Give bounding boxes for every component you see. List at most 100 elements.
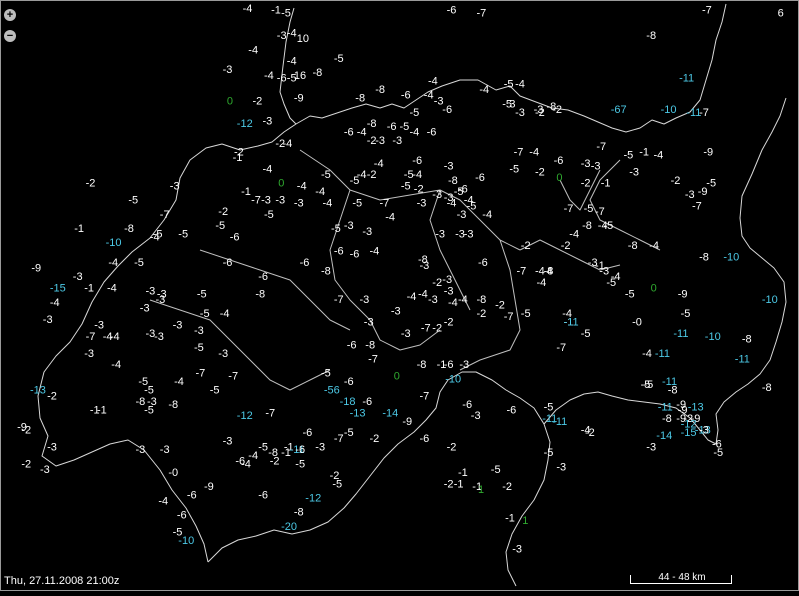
- station-value-179: -1: [84, 283, 94, 295]
- station-value-195: -7: [334, 294, 344, 306]
- station-value-152: -4: [370, 246, 380, 258]
- station-value-177: -5: [606, 277, 616, 289]
- station-value-327: -3: [556, 461, 566, 473]
- station-value-216: -0: [632, 317, 642, 329]
- station-value-125: -4: [385, 212, 395, 224]
- station-value-16: -6: [277, 73, 287, 85]
- station-value-223: -5: [581, 328, 591, 340]
- station-value-135: -3: [344, 220, 354, 232]
- station-value-181: 0: [651, 283, 657, 295]
- station-value-15: -4: [264, 70, 274, 82]
- station-value-221: -3: [401, 328, 411, 340]
- station-value-102: -3: [432, 189, 442, 201]
- station-value-113: -7: [380, 198, 390, 210]
- station-value-257: -8: [668, 385, 678, 397]
- station-value-180: -4: [107, 283, 117, 295]
- zoom-out-button[interactable]: −: [4, 30, 16, 42]
- station-value-121: -4: [464, 195, 474, 207]
- station-value-247: -5: [321, 368, 331, 380]
- station-value-241: -4: [111, 359, 121, 371]
- station-value-83: -6: [475, 172, 485, 184]
- station-value-310: -3: [136, 444, 146, 456]
- station-value-328: -2: [21, 458, 31, 470]
- station-value-330: -0: [168, 467, 178, 479]
- station-value-106: -5: [128, 195, 138, 207]
- station-value-237: -4: [642, 348, 652, 360]
- station-value-271: -3: [471, 410, 481, 422]
- station-value-98: -5: [401, 181, 411, 193]
- station-value-79: -8: [448, 175, 458, 187]
- station-value-144: -4: [569, 229, 579, 241]
- station-value-201: -4: [458, 294, 468, 306]
- station-value-10: -8: [646, 30, 656, 42]
- station-value-207: -7: [504, 311, 514, 323]
- station-value-234: -5: [194, 342, 204, 354]
- station-value-72: -3: [581, 158, 591, 170]
- station-value-185: -4: [418, 288, 428, 300]
- station-value-115: -4: [447, 198, 457, 210]
- station-value-202: -5: [200, 308, 210, 320]
- station-value-222: -7: [421, 322, 431, 334]
- station-value-78: -5: [350, 175, 360, 187]
- zoom-in-button[interactable]: +: [4, 9, 16, 21]
- station-value-319: -5: [713, 447, 723, 459]
- station-value-297: -6: [303, 427, 313, 439]
- station-value-23: -4: [515, 78, 525, 90]
- station-value-143: -3: [464, 229, 474, 241]
- station-value-211: -3: [43, 314, 53, 326]
- map-canvas[interactable]: -4 -1 -5 -6 -7 -7 6 -3 -4 10 -8 -4 -5 -4 -3 -4 -6 -5 16 -8-…: [0, 0, 799, 591]
- station-value-76: -4: [263, 164, 273, 176]
- station-value-280: -13: [350, 407, 366, 419]
- station-value-294: -3: [699, 424, 709, 436]
- station-value-206: -2: [477, 308, 487, 320]
- station-value-164: -3: [420, 260, 430, 272]
- station-value-250: -7: [228, 371, 238, 383]
- station-value-6: 6: [778, 8, 784, 20]
- station-value-47: -12: [237, 118, 253, 130]
- station-value-105: -9: [698, 186, 708, 198]
- station-value-295: -15: [681, 427, 697, 439]
- station-value-65: -1: [639, 147, 649, 159]
- station-value-326: -5: [295, 458, 305, 470]
- timestamp-label: Thu, 27.11.2008 21:00z: [4, 575, 120, 587]
- station-value-182: -3: [146, 285, 156, 297]
- station-value-203: -4: [220, 308, 230, 320]
- map-svg: -4 -1 -5 -6 -7 -7 6-3 -4 10 -8-4-5-4-3 -4 -6 -516 -8-…: [17, 3, 787, 587]
- station-value-49: -6: [387, 121, 397, 133]
- station-value-239: -7: [368, 354, 378, 366]
- station-value-53: -4: [410, 127, 420, 139]
- station-value-345: -8: [294, 507, 304, 519]
- station-value-190: -8: [255, 288, 265, 300]
- station-value-59: -2: [275, 138, 285, 150]
- station-value-275: -13: [688, 402, 704, 414]
- station-value-140: -5: [178, 229, 188, 241]
- station-value-97: -4: [297, 181, 307, 193]
- station-value-243: -6: [444, 359, 454, 371]
- station-value-103: -5: [454, 186, 464, 198]
- station-value-43: -3: [534, 104, 544, 116]
- station-value-88: -3: [629, 166, 639, 178]
- station-value-200: -4: [448, 297, 458, 309]
- station-value-281: -14: [382, 407, 398, 419]
- station-value-18: 16: [294, 70, 306, 82]
- station-value-194: -3: [156, 294, 166, 306]
- station-value-196: -3: [360, 294, 370, 306]
- station-value-323: -2: [270, 456, 280, 468]
- station-value-157: -6: [223, 257, 233, 269]
- station-value-77: -2: [367, 169, 377, 181]
- station-value-82: -4: [412, 169, 422, 181]
- station-value-186: -4: [407, 291, 417, 303]
- station-value-340: 1: [478, 484, 484, 496]
- station-value-303: -3: [223, 436, 233, 448]
- station-value-139: -6: [230, 232, 240, 244]
- station-value-339: -2: [502, 481, 512, 493]
- station-value-117: -7: [564, 203, 574, 215]
- station-value-52: -4: [357, 127, 367, 139]
- station-value-199: -3: [428, 294, 438, 306]
- station-value-151: -6: [350, 249, 360, 261]
- station-value-85: -2: [535, 166, 545, 178]
- station-value-118: -5: [584, 203, 594, 215]
- station-value-28: -9: [294, 93, 304, 105]
- station-value-329: -3: [40, 464, 50, 476]
- station-value-120: -7: [692, 200, 702, 212]
